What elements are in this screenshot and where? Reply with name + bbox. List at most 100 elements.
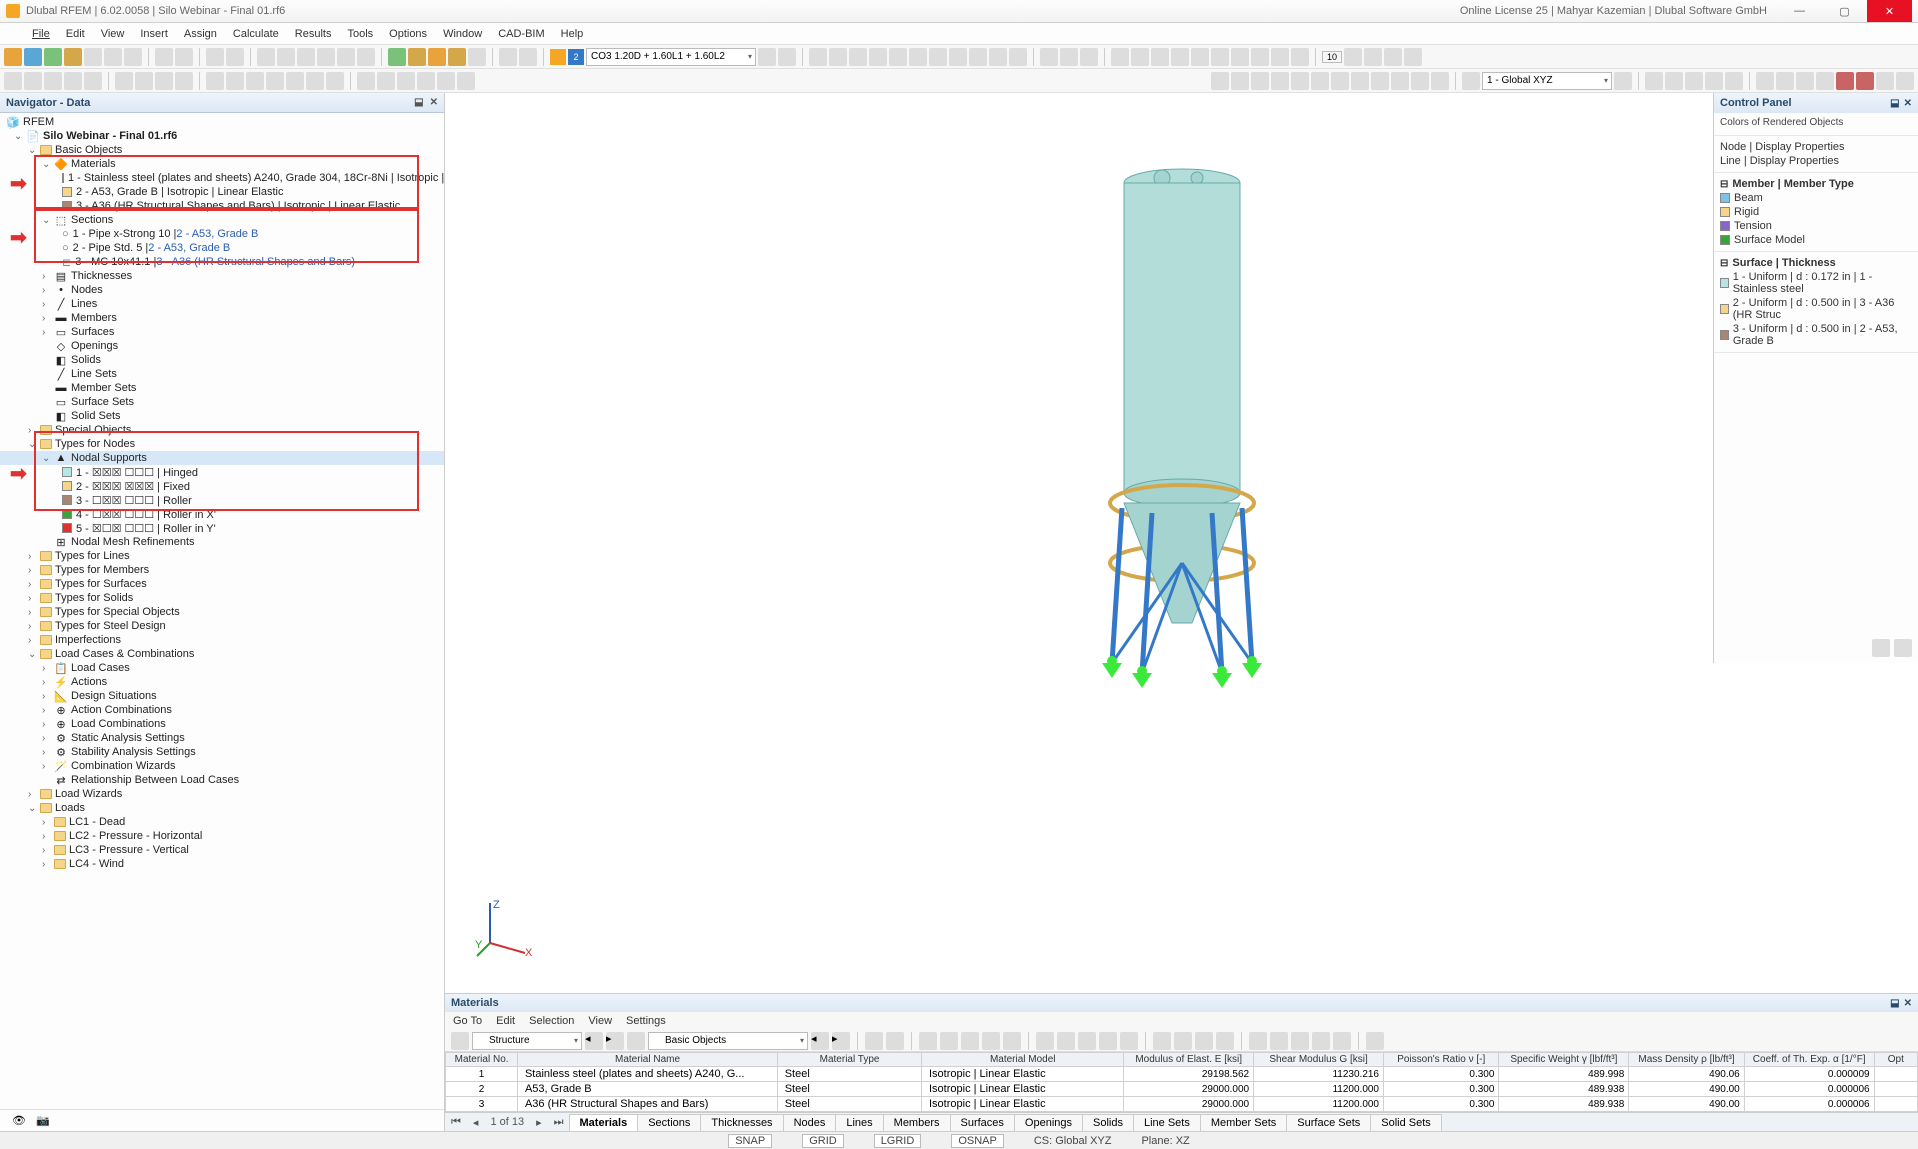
bm-next-icon[interactable]: ▸ <box>606 1032 624 1050</box>
tb-btn-icon[interactable] <box>1191 48 1209 66</box>
bm-help-icon[interactable] <box>1366 1032 1384 1050</box>
maximize-button[interactable]: ▢ <box>1822 0 1867 22</box>
tb-btn-icon[interactable] <box>397 72 415 90</box>
status-osnap[interactable]: OSNAP <box>951 1134 1004 1148</box>
tree-section-3[interactable]: ⊏3 - MC 10x41.1 | 3 - A36 (HR Structural… <box>0 255 444 269</box>
tab-thicknesses[interactable]: Thicknesses <box>700 1114 783 1131</box>
status-lgrid[interactable]: LGRID <box>874 1134 922 1148</box>
tab-next-icon[interactable]: ▸ <box>530 1116 548 1129</box>
tree-types-surfaces[interactable]: ›Types for Surfaces <box>0 577 444 591</box>
3d-viewport[interactable]: Z X Y Control Panel ⬓ ✕ Colors of Render… <box>445 93 1918 1131</box>
tree-solids[interactable]: ◧Solids <box>0 353 444 367</box>
tb-btn-icon[interactable] <box>1665 72 1683 90</box>
bm-prev-icon[interactable]: ◂ <box>811 1032 829 1050</box>
tb-btn-icon[interactable] <box>1080 48 1098 66</box>
tab-lines[interactable]: Lines <box>835 1114 883 1131</box>
tb-btn-icon[interactable] <box>809 48 827 66</box>
bm-icon[interactable] <box>1078 1032 1096 1050</box>
bm-icon[interactable] <box>1216 1032 1234 1050</box>
tab-prev-icon[interactable]: ◂ <box>467 1116 485 1129</box>
cp-line-disp[interactable]: Line | Display Properties <box>1720 154 1912 168</box>
pin-icon[interactable]: ⬓ <box>1890 998 1899 1009</box>
tree-load-cases[interactable]: ›📋Load Cases <box>0 661 444 675</box>
materials-table[interactable]: Material No. Material Name Material Type… <box>445 1052 1918 1112</box>
table-row[interactable]: 3 A36 (HR Structural Shapes and Bars) St… <box>446 1097 1918 1112</box>
tree-root[interactable]: 🧊RFEM <box>0 115 444 129</box>
cp-surface-thick-header[interactable]: ⊟ Surface | Thickness <box>1720 256 1912 270</box>
tree-material-2[interactable]: 2 - A53, Grade B | Isotropic | Linear El… <box>0 185 444 199</box>
tb-view-icon[interactable] <box>277 48 295 66</box>
tb-btn-icon[interactable] <box>1171 48 1189 66</box>
tb-btn-icon[interactable] <box>1404 48 1422 66</box>
table-row[interactable]: 2 A53, Grade B Steel Isotropic | Linear … <box>446 1082 1918 1097</box>
tab-openings[interactable]: Openings <box>1014 1114 1083 1131</box>
tab-surface-sets[interactable]: Surface Sets <box>1286 1114 1371 1131</box>
tb-btn-icon[interactable] <box>115 72 133 90</box>
tb-btn-icon[interactable] <box>1271 72 1289 90</box>
tree-material-3[interactable]: 3 - A36 (HR Structural Shapes and Bars) … <box>0 199 444 213</box>
bm-icon[interactable] <box>1057 1032 1075 1050</box>
tree-lc2[interactable]: ›LC2 - Pressure - Horizontal <box>0 829 444 843</box>
tree-lines[interactable]: ›╱Lines <box>0 297 444 311</box>
bm-icon[interactable] <box>1249 1032 1267 1050</box>
menu-window[interactable]: Window <box>435 26 490 42</box>
tree-lc4[interactable]: ›LC4 - Wind <box>0 857 444 871</box>
menu-edit[interactable]: Edit <box>58 26 93 42</box>
tab-materials[interactable]: Materials <box>569 1114 639 1131</box>
tb-btn-icon[interactable] <box>989 48 1007 66</box>
tb-btn-icon[interactable] <box>949 48 967 66</box>
tb-undo-icon[interactable] <box>206 48 224 66</box>
cp-member-type-header[interactable]: ⊟ Member | Member Type <box>1720 177 1912 191</box>
tb-btn-icon[interactable] <box>1391 72 1409 90</box>
menu-assign[interactable]: Assign <box>176 26 225 42</box>
tree-sections[interactable]: ⌄⬚Sections <box>0 213 444 227</box>
tb-open-icon[interactable] <box>24 48 42 66</box>
tb-btn-icon[interactable] <box>869 48 887 66</box>
tb-save-icon[interactable] <box>44 48 62 66</box>
bm-tree-icon[interactable] <box>451 1032 469 1050</box>
tb-btn-icon[interactable] <box>1462 72 1480 90</box>
tb-btn-icon[interactable] <box>1111 48 1129 66</box>
cp-thickness-2[interactable]: 2 - Uniform | d : 0.500 in | 3 - A36 (HR… <box>1720 296 1912 322</box>
tb-btn-icon[interactable] <box>1151 48 1169 66</box>
bm-structure-combo[interactable]: Structure <box>472 1032 582 1050</box>
bm-icon[interactable] <box>886 1032 904 1050</box>
tb-btn-icon[interactable] <box>1040 48 1058 66</box>
tree-loads[interactable]: ⌄Loads <box>0 801 444 815</box>
tb-btn-icon[interactable] <box>1645 72 1663 90</box>
tb-btn-icon[interactable] <box>499 48 517 66</box>
tb-btn-icon[interactable] <box>1856 72 1874 90</box>
tb-btn-icon[interactable] <box>1614 72 1632 90</box>
tab-sections[interactable]: Sections <box>637 1114 701 1131</box>
bm-icon[interactable] <box>1003 1032 1021 1050</box>
tb-calc-icon[interactable] <box>448 48 466 66</box>
tb-btn-icon[interactable] <box>326 72 344 90</box>
tb-btn-icon[interactable] <box>1776 72 1794 90</box>
tree-types-for-nodes[interactable]: ⌄Types for Nodes <box>0 437 444 451</box>
tb-btn-icon[interactable] <box>969 48 987 66</box>
tb-btn-icon[interactable] <box>1816 72 1834 90</box>
tree-nodal-mesh[interactable]: ⊞Nodal Mesh Refinements <box>0 535 444 549</box>
tb-btn-icon[interactable] <box>1331 72 1349 90</box>
tb-btn-icon[interactable] <box>1291 72 1309 90</box>
cp-btn-icon[interactable] <box>1894 639 1912 657</box>
tree-nodes[interactable]: ›•Nodes <box>0 283 444 297</box>
bm-icon[interactable] <box>1036 1032 1054 1050</box>
eye-icon[interactable]: 👁 <box>12 1114 26 1127</box>
menu-tools[interactable]: Tools <box>339 26 381 42</box>
tb-btn-icon[interactable] <box>1725 72 1743 90</box>
minimize-button[interactable]: — <box>1777 0 1822 22</box>
tree-support-4[interactable]: 4 - ☐☒☒ ☐☐☐ | Roller in X' <box>0 507 444 521</box>
tb-btn-icon[interactable] <box>135 72 153 90</box>
tab-line-sets[interactable]: Line Sets <box>1133 1114 1201 1131</box>
tb-btn-icon[interactable] <box>1251 72 1269 90</box>
tree-nodal-supports[interactable]: ⌄▲Nodal Supports <box>0 451 444 465</box>
tab-first-icon[interactable]: ⏮ <box>445 1116 467 1129</box>
tree-basic-objects[interactable]: ⌄Basic Objects <box>0 143 444 157</box>
tb-view-icon[interactable] <box>357 48 375 66</box>
tab-surfaces[interactable]: Surfaces <box>950 1114 1015 1131</box>
tree-file[interactable]: ⌄📄Silo Webinar - Final 01.rf6 <box>0 129 444 143</box>
bm-basic-combo[interactable]: Basic Objects <box>648 1032 808 1050</box>
tb-view-icon[interactable] <box>317 48 335 66</box>
tb-calc-icon[interactable] <box>388 48 406 66</box>
